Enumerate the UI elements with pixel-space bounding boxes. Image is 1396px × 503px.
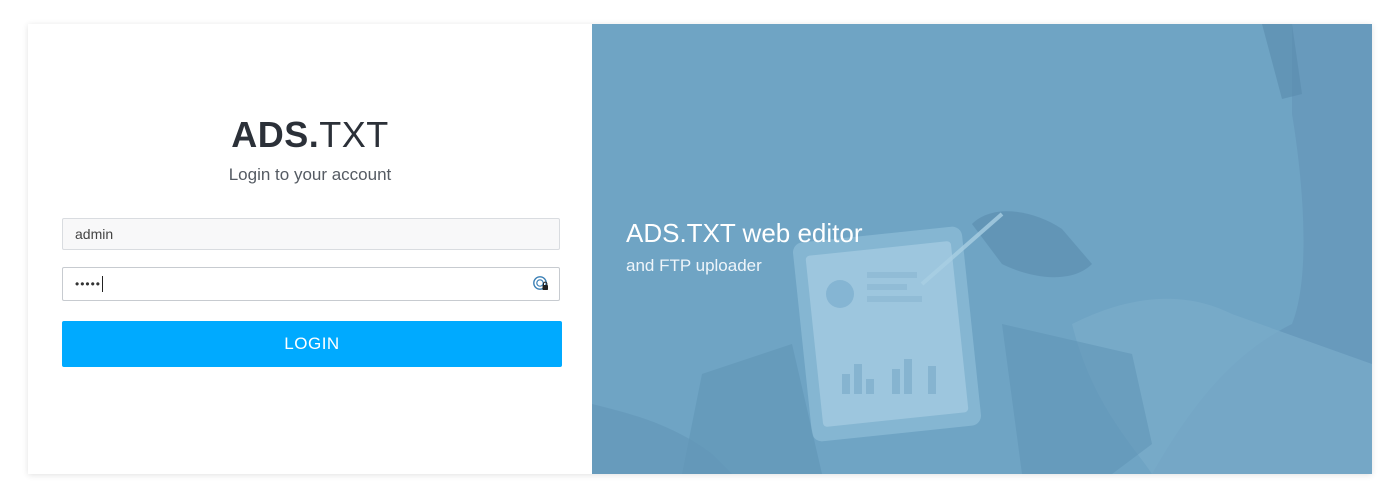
login-panel: ADS.TXT Login to your account admin ••••… xyxy=(28,24,592,474)
hero-background-image xyxy=(592,24,1372,474)
brand-bold: ADS. xyxy=(231,114,320,155)
password-input[interactable]: ••••• xyxy=(62,267,560,301)
hero-panel: ADS.TXT web editor and FTP uploader xyxy=(592,24,1372,474)
login-button[interactable]: LOGIN xyxy=(62,321,562,367)
password-manager-key-icon[interactable] xyxy=(533,276,549,292)
username-value: admin xyxy=(75,226,114,242)
username-input[interactable]: admin xyxy=(62,218,560,250)
hero-subtitle: and FTP uploader xyxy=(626,256,762,275)
login-subtitle: Login to your account xyxy=(228,165,392,184)
brand-light: TXT xyxy=(319,114,389,155)
login-card: ADS.TXT Login to your account admin ••••… xyxy=(28,24,1372,474)
password-value: ••••• xyxy=(75,277,102,291)
hero-title: ADS.TXT web editor xyxy=(626,218,863,248)
text-caret xyxy=(102,276,104,292)
brand-logo: ADS.TXT xyxy=(28,114,592,156)
